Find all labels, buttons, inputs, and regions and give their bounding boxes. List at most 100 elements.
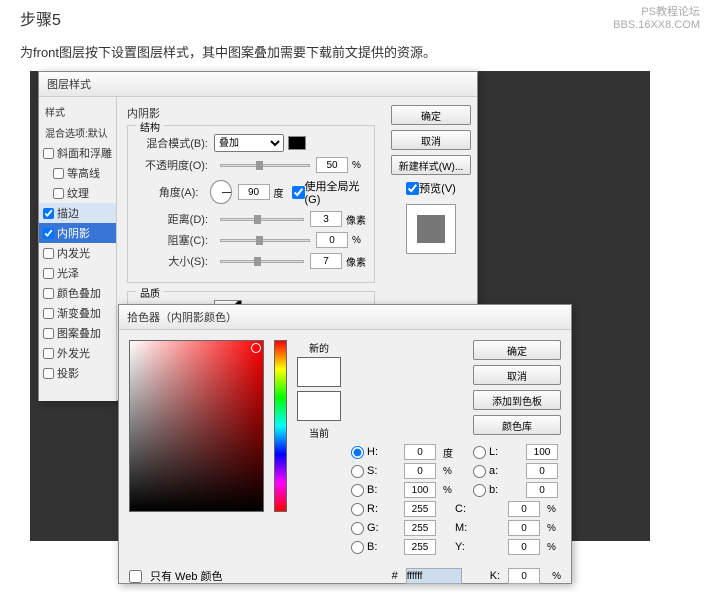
h-input[interactable] [404,444,436,460]
group-quality-label: 品质 [136,285,164,300]
angle-label: 角度(A): [136,184,198,200]
k-input[interactable] [508,568,540,584]
sidebar-item-checkbox-2[interactable] [53,188,64,199]
sidebar-item-0[interactable]: 斜面和浮雕 [39,143,116,163]
hex-label: # [392,570,398,582]
size-label: 大小(S): [136,253,208,269]
preview-checkbox[interactable] [406,182,419,195]
sidebar-header-styles[interactable]: 样式 [39,101,116,122]
distance-slider[interactable] [220,218,304,221]
sidebar-item-label-8: 渐变叠加 [57,305,101,321]
l-input[interactable] [526,444,558,460]
g-input[interactable] [404,520,436,536]
current-color-label: 当前 [297,425,341,440]
size-slider[interactable] [220,260,304,263]
r-input[interactable] [404,501,436,517]
sidebar-item-3[interactable]: 描边 [39,203,116,223]
sidebar-item-label-1: 等高线 [67,165,100,181]
b-input[interactable] [404,482,436,498]
sidebar-item-5[interactable]: 内发光 [39,243,116,263]
sidebar-item-checkbox-10[interactable] [43,348,54,359]
bb-radio[interactable] [351,541,364,554]
choke-slider[interactable] [220,239,310,242]
angle-unit: 度 [274,185,284,200]
layer-style-titlebar[interactable]: 图层样式 [39,72,477,97]
preview-label: 预览(V) [419,180,456,196]
h-radio[interactable] [351,446,364,459]
sidebar-item-label-10: 外发光 [57,345,90,361]
l-radio[interactable] [473,446,486,459]
sidebar-item-7[interactable]: 颜色叠加 [39,283,116,303]
b2-radio[interactable] [473,484,486,497]
r-radio[interactable] [351,503,364,516]
new-color-swatch [297,357,341,387]
choke-input[interactable] [316,232,348,248]
color-ring-icon [251,343,261,353]
shadow-color-swatch[interactable] [288,136,306,150]
sidebar-item-checkbox-11[interactable] [43,368,54,379]
sidebar-item-checkbox-6[interactable] [43,268,54,279]
current-color-swatch [297,391,341,421]
sidebar-item-checkbox-5[interactable] [43,248,54,259]
sidebar-item-checkbox-1[interactable] [53,168,64,179]
sidebar-item-checkbox-4[interactable] [43,228,54,239]
c-input[interactable] [508,501,540,517]
blend-mode-select[interactable]: 叠加 [214,134,284,152]
distance-input[interactable] [310,211,342,227]
s-radio[interactable] [351,465,364,478]
new-style-button[interactable]: 新建样式(W)... [391,155,471,175]
sidebar-item-checkbox-0[interactable] [43,148,54,159]
watermark-line1: PS教程论坛 [613,6,700,19]
color-libs-button[interactable]: 颜色库 [473,415,561,435]
add-swatch-button[interactable]: 添加到色板 [473,390,561,410]
web-only-checkbox[interactable] [129,570,142,583]
color-picker-titlebar[interactable]: 拾色器（内阴影颜色） [119,305,571,330]
sidebar-item-8[interactable]: 渐变叠加 [39,303,116,323]
sidebar-item-2[interactable]: 纹理 [39,183,116,203]
ok-button[interactable]: 确定 [391,105,471,125]
hue-slider[interactable] [274,340,287,512]
m-input[interactable] [508,520,540,536]
opacity-slider[interactable] [220,164,310,167]
sidebar-item-6[interactable]: 光泽 [39,263,116,283]
sidebar-item-9[interactable]: 图案叠加 [39,323,116,343]
screenshot-container: 图层样式 样式 混合选项:默认 斜面和浮雕等高线纹理描边内阴影内发光光泽颜色叠加… [30,71,650,541]
sidebar-item-checkbox-7[interactable] [43,288,54,299]
sidebar-item-checkbox-3[interactable] [43,208,54,219]
opacity-label: 不透明度(O): [136,157,208,173]
b2-input[interactable] [526,482,558,498]
hex-input[interactable] [406,568,462,584]
sidebar-item-11[interactable]: 投影 [39,363,116,383]
size-input[interactable] [310,253,342,269]
sidebar-item-label-2: 纹理 [67,185,89,201]
sidebar-item-checkbox-8[interactable] [43,308,54,319]
sidebar-item-1[interactable]: 等高线 [39,163,116,183]
opacity-input[interactable] [316,157,348,173]
global-light-checkbox[interactable] [292,186,305,199]
sidebar-blend-options[interactable]: 混合选项:默认 [39,122,116,143]
angle-dial[interactable] [210,180,231,204]
sidebar-item-label-5: 内发光 [57,245,90,261]
cp-ok-button[interactable]: 确定 [473,340,561,360]
sidebar-item-label-3: 描边 [57,205,79,221]
bb-input[interactable] [404,539,436,555]
y-input[interactable] [508,539,540,555]
sidebar-item-checkbox-9[interactable] [43,328,54,339]
b-radio[interactable] [351,484,364,497]
sidebar-item-4[interactable]: 内阴影 [39,223,116,243]
step-title: 步骤5 [20,6,61,32]
sidebar-item-10[interactable]: 外发光 [39,343,116,363]
g-radio[interactable] [351,522,364,535]
cp-cancel-button[interactable]: 取消 [473,365,561,385]
web-only-label: 只有 Web 颜色 [150,568,223,584]
color-field[interactable] [129,340,264,512]
section-title: 内阴影 [127,105,375,121]
cancel-button[interactable]: 取消 [391,130,471,150]
angle-input[interactable] [238,184,270,200]
preview-box [406,204,456,254]
step-description: 为front图层按下设置图层样式，其中图案叠加需要下载前文提供的资源。 [0,32,720,71]
a-input[interactable] [526,463,558,479]
watermark: PS教程论坛 BBS.16XX8.COM [613,6,700,32]
a-radio[interactable] [473,465,486,478]
s-input[interactable] [404,463,436,479]
